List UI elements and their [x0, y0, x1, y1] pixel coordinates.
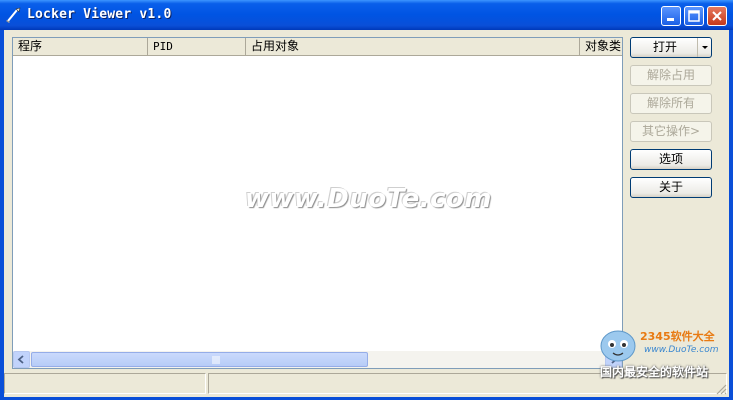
grip-icon — [212, 356, 220, 364]
app-window: Locker Viewer v1.0 程序 PID 占用对象 对象类 www.D… — [0, 0, 733, 400]
other-operations-button[interactable]: 其它操作> — [630, 121, 712, 142]
chevron-left-icon — [17, 355, 24, 364]
unlock-button[interactable]: 解除占用 — [630, 65, 712, 86]
horizontal-scrollbar[interactable] — [13, 351, 622, 368]
column-header-object-type[interactable]: 对象类 — [580, 38, 622, 55]
window-title: Locker Viewer v1.0 — [27, 7, 172, 22]
title-bar[interactable]: Locker Viewer v1.0 — [0, 0, 733, 30]
unlock-all-button[interactable]: 解除所有 — [630, 93, 712, 114]
options-button[interactable]: 选项 — [630, 149, 712, 170]
watermark-text: www.DuoTe.com — [245, 184, 492, 214]
logo-url: www.DuoTe.com — [644, 345, 719, 355]
column-header-program[interactable]: 程序 — [13, 38, 148, 55]
logo-slogan: 国内最安全的软件站 — [600, 365, 709, 379]
app-icon — [6, 7, 21, 23]
column-header-locked-object[interactable]: 占用对象 — [246, 38, 580, 55]
list-header: 程序 PID 占用对象 对象类 — [13, 38, 622, 56]
minimize-icon — [667, 18, 674, 21]
maximize-icon — [688, 10, 700, 22]
scrollbar-thumb[interactable] — [31, 352, 368, 367]
minimize-button[interactable] — [661, 6, 681, 26]
window-frame-left — [0, 30, 4, 400]
caret-down-icon — [701, 46, 708, 49]
column-header-pid[interactable]: PID — [148, 38, 246, 55]
status-pane-left — [4, 373, 206, 394]
overlay-logo: 2345软件大全 www.DuoTe.com 国内最安全的软件站 — [592, 322, 733, 380]
mascot-icon — [600, 330, 636, 362]
about-button[interactable]: 关于 — [630, 177, 712, 198]
open-button[interactable]: 打开 — [630, 37, 712, 58]
resize-grip-icon[interactable] — [715, 383, 727, 395]
open-dropdown-arrow[interactable] — [697, 38, 711, 57]
open-button-label: 打开 — [652, 40, 677, 54]
logo-brand: 2345软件大全 — [640, 330, 715, 343]
close-icon — [712, 11, 722, 21]
scroll-left-button[interactable] — [13, 351, 30, 368]
close-button[interactable] — [707, 6, 727, 26]
maximize-button[interactable] — [684, 6, 704, 26]
